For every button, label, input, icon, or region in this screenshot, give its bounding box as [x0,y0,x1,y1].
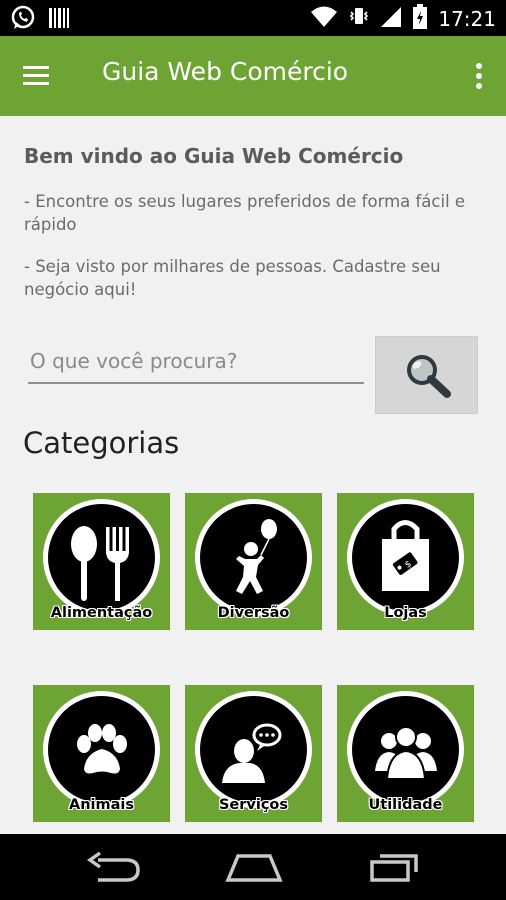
people-group-icon [375,726,437,780]
category-label: Utilidade [368,797,443,813]
battery-icon [412,4,428,34]
menu-icon [23,66,49,85]
home-button[interactable] [224,850,284,884]
clock: 17:21 [438,7,496,31]
vibrate-icon [348,5,370,33]
category-tile-utilidade[interactable]: Utilidade [337,685,474,822]
wifi-icon [310,5,338,33]
signal-icon [380,5,402,33]
back-button[interactable] [84,850,144,884]
search-icon [407,355,451,398]
recents-icon [370,854,418,882]
status-bar: 17:21 [0,0,506,36]
more-vert-icon [476,63,482,89]
category-label: Diversão [217,605,290,621]
back-icon [86,851,140,882]
navigation-bar [0,834,506,900]
category-label: Lojas [384,605,427,621]
category-label: Serviços [218,797,289,813]
recents-button[interactable] [366,850,426,884]
person-chat-icon [222,723,282,783]
home-icon [225,854,283,882]
main-content[interactable]: Bem vindo ao Guia Web Comércio - Encontr… [0,116,506,834]
menu-button[interactable] [20,59,54,93]
barcode-icon [48,6,70,34]
app-bar: Guia Web Comércio [0,36,506,116]
category-tile-lojas[interactable]: $ Lojas [337,493,474,630]
category-tile-servicos[interactable]: Serviços [185,685,322,822]
categories-heading: Categorias [23,426,180,460]
welcome-title: Bem vindo ao Guia Web Comércio [24,144,404,168]
category-label: Animais [68,797,134,813]
search-button[interactable] [375,336,478,414]
balloon-person-icon [236,519,277,594]
search-input[interactable] [28,340,364,384]
whatsapp-icon [10,5,36,35]
intro-paragraph-2: - Seja visto por milhares de pessoas. Ca… [24,257,441,299]
intro-paragraph-1: - Encontre os seus lugares preferidos de… [24,192,466,234]
category-tile-diversao[interactable]: Diversão [185,493,322,630]
paw-icon [77,724,127,774]
category-tile-alimentacao[interactable]: Alimentação [33,493,170,630]
app-title: Guia Web Comércio [102,57,349,86]
overflow-menu-button[interactable] [472,60,486,94]
shopping-bag-icon: $ [382,520,429,591]
category-label: Alimentação [50,605,153,621]
category-tile-animais[interactable]: Animais [33,685,170,822]
cutlery-icon [71,526,129,601]
